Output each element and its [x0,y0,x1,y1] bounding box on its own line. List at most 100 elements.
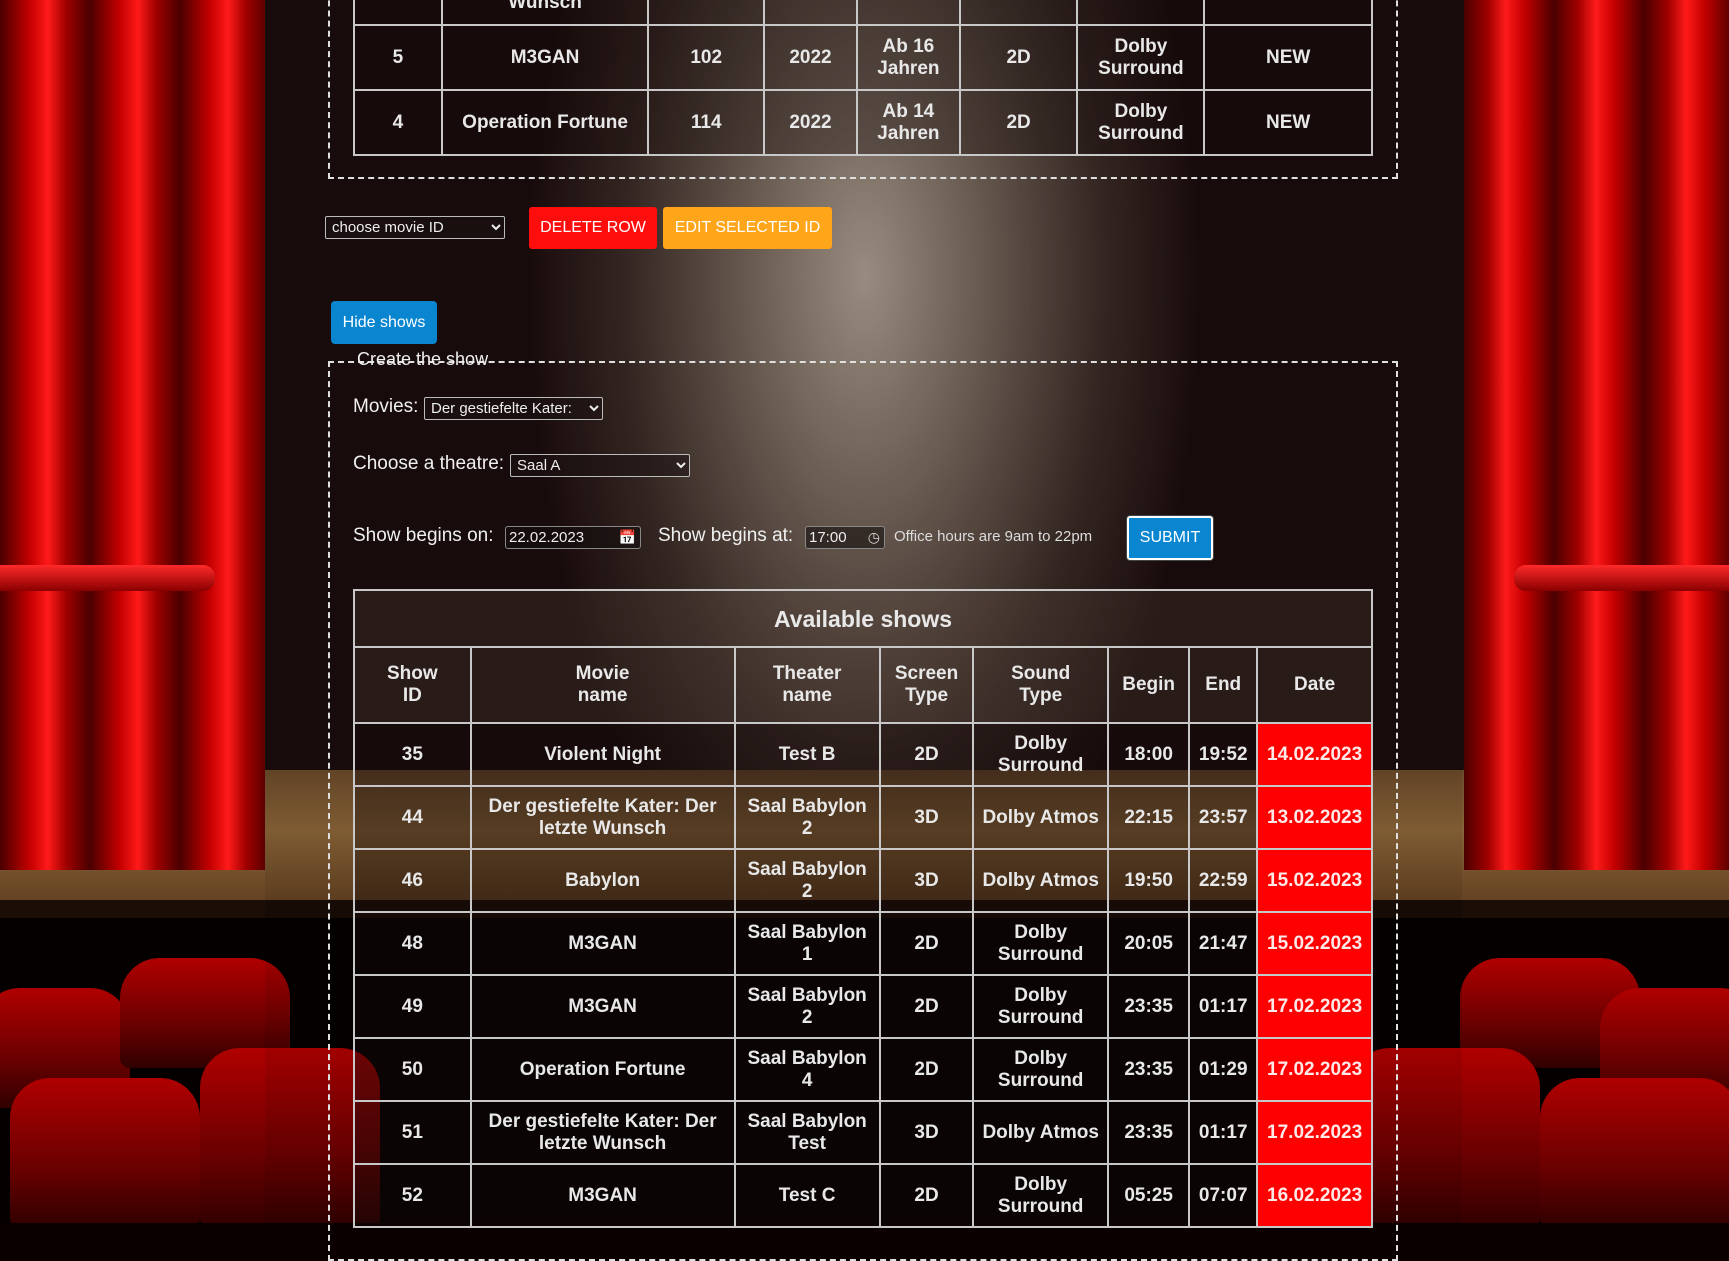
sound-type-cell: Dolby Surround [972,974,1109,1039]
table-row: 35 Violent Night Test B 2D Dolby Surround 18:… [353,722,1373,787]
hide-shows-button[interactable]: Hide shows [331,301,437,344]
movie-screen-cell [958,0,1079,26]
column-header: Theater name [733,646,881,724]
theater-name-cell: Saal Babylon 2 [733,848,881,913]
begin-time-cell: 05:25 [1106,1163,1191,1228]
table-caption-row: Available shows [353,589,1373,648]
table-row: Wunsch [353,0,1373,26]
movie-status-cell: NEW [1203,24,1373,91]
column-header: Movie name [469,646,736,724]
edit-selected-id-button[interactable]: EDIT SELECTED ID [663,207,832,249]
table-row: 44 Der gestiefelte Kater: Der letzte Wuns… [353,785,1373,850]
show-id-cell: 50 [353,1037,472,1102]
sound-type-cell: Dolby Surround [972,1163,1109,1228]
movie-name-cell: M3GAN [469,911,736,976]
theatre-select[interactable]: Saal A [510,454,690,477]
shows-table-caption: Available shows [353,589,1373,648]
movie-sound-cell [1076,0,1206,26]
screen-type-cell: 2D [878,974,975,1039]
show-id-cell: 35 [353,722,472,787]
show-id-cell: 49 [353,974,472,1039]
movie-status-cell: NEW [1203,89,1373,156]
shows-table: Available shows Show ID Movie name Theat… [353,589,1373,1228]
date-label: Show begins on: [353,525,494,546]
table-row: 48 M3GAN Saal Babylon 1 2D Dolby Surround 20:… [353,911,1373,976]
sound-type-cell: Dolby Atmos [972,1100,1109,1165]
movie-id-cell [353,0,443,26]
show-id-cell: 46 [353,848,472,913]
theater-name-cell: Saal Babylon 2 [733,974,881,1039]
sound-type-cell: Dolby Surround [972,911,1109,976]
theater-name-cell: Test C [733,1163,881,1228]
screen-type-cell: 2D [878,1163,975,1228]
table-row: 5 M3GAN 102 2022 Ab 16 Jahren 2D Dolby S… [353,24,1373,91]
delete-row-button[interactable]: DELETE ROW [529,207,657,249]
screen-type-cell: 2D [878,911,975,976]
movies-label: Movies: [353,396,419,417]
movie-name-cell: M3GAN [469,1163,736,1228]
date-cell: 15.02.2023 [1256,911,1373,976]
movie-name-cell: M3GAN [440,24,650,91]
movie-id-select[interactable]: choose movie ID [325,216,505,239]
movie-name-cell: M3GAN [469,974,736,1039]
create-show-legend: Create the show [357,349,489,369]
begin-time-cell: 23:35 [1106,1100,1191,1165]
clock-icon[interactable]: ◷ [868,529,880,546]
movies-table: Wunsch 5 M3GAN 102 2022 Ab 16 Jahren 2D … [353,0,1373,156]
end-time-cell: 23:57 [1188,785,1259,850]
movie-age-cell: Ab 16 Jahren [855,24,961,91]
theater-name-cell: Saal Babylon 1 [733,911,881,976]
table-row: 50 Operation Fortune Saal Babylon 4 2D Dolby… [353,1037,1373,1102]
calendar-icon[interactable]: 📅 [619,529,636,546]
movie-sound-cell: Dolby Surround [1076,24,1206,91]
sound-type-cell: Dolby Surround [972,1037,1109,1102]
begin-time-cell: 18:00 [1106,722,1191,787]
column-header: Show ID [353,646,472,724]
movie-year-cell: 2022 [763,89,858,156]
sound-type-cell: Dolby Surround [972,722,1109,787]
movie-year-cell: 2022 [763,24,858,91]
end-time-cell: 07:07 [1188,1163,1259,1228]
main-content: Wunsch 5 M3GAN 102 2022 Ab 16 Jahren 2D … [0,0,1729,1261]
screen-type-cell: 3D [878,1100,975,1165]
end-time-cell: 21:47 [1188,911,1259,976]
show-id-cell: 52 [353,1163,472,1228]
movie-name-cell: Der gestiefelte Kater: Der letzte Wunsch [469,785,736,850]
movie-id-cell: 5 [353,24,443,91]
begin-time-cell: 20:05 [1106,911,1191,976]
movie-duration-cell [647,0,766,26]
date-cell: 17.02.2023 [1256,1037,1373,1102]
date-value: 22.02.2023 [509,529,585,546]
begin-time-cell: 23:35 [1106,1037,1191,1102]
movie-status-cell [1203,0,1373,26]
movie-age-cell [855,0,961,26]
column-header: Date [1256,646,1373,724]
screen-type-cell: 2D [878,722,975,787]
screen-type-cell: 3D [878,848,975,913]
movies-select[interactable]: Der gestiefelte Kater: [424,397,603,420]
time-input[interactable]: 17:00 ◷ [805,526,885,549]
theater-name-cell: Saal Babylon 2 [733,785,881,850]
screen-type-cell: 3D [878,785,975,850]
time-value: 17:00 [809,529,847,546]
date-cell: 17.02.2023 [1256,1100,1373,1165]
movie-year-cell [763,0,858,26]
theater-name-cell: Saal Babylon Test [733,1100,881,1165]
date-input[interactable]: 22.02.2023 📅 [505,526,641,549]
date-cell: 16.02.2023 [1256,1163,1373,1228]
date-cell: 13.02.2023 [1256,785,1373,850]
column-header: End [1188,646,1259,724]
office-hours-hint: Office hours are 9am to 22pm [894,528,1093,545]
date-cell: 14.02.2023 [1256,722,1373,787]
submit-button[interactable]: SUBMIT [1127,516,1213,560]
table-row: 46 Babylon Saal Babylon 2 3D Dolby Atmos 19:5… [353,848,1373,913]
sound-type-cell: Dolby Atmos [972,785,1109,850]
movie-screen-cell: 2D [958,89,1079,156]
movie-name-cell: Operation Fortune [440,89,650,156]
screen-type-cell: 2D [878,1037,975,1102]
table-row: 4 Operation Fortune 114 2022 Ab 14 Jahre… [353,89,1373,156]
movie-screen-cell: 2D [958,24,1079,91]
begin-time-cell: 23:35 [1106,974,1191,1039]
movie-id-cell: 4 [353,89,443,156]
theatre-label: Choose a theatre: [353,453,505,474]
